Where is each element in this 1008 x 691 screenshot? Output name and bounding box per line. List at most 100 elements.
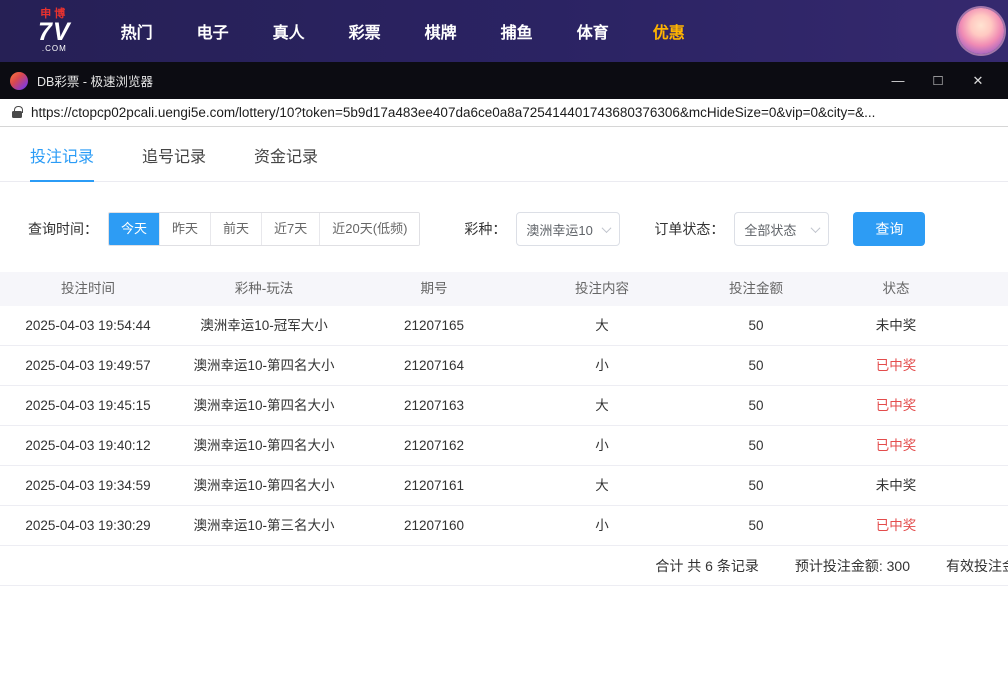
bet-content: 大 (516, 466, 688, 505)
nav-item-board[interactable]: 棋牌 (403, 19, 479, 43)
bet-records-table: 投注时间 彩种-玩法 期号 投注内容 投注金额 状态 2025-04-03 19… (0, 272, 1008, 586)
nav-item-lottery[interactable]: 彩票 (327, 19, 403, 43)
browser-app-icon (10, 72, 28, 90)
bet-content: 大 (516, 386, 688, 425)
bet-status: 已中奖 (824, 346, 968, 385)
site-topnav: 申博 7V .COM 热门 电子 真人 彩票 棋牌 捕鱼 体育 优惠 (0, 0, 1008, 62)
table-footer: 合计 共 6 条记录 预计投注金额: 300 有效投注金 (0, 546, 1008, 586)
time-filter-label: 查询时间： (28, 219, 98, 239)
bet-time: 2025-04-03 19:30:29 (0, 506, 176, 545)
bet-amount: 50 (688, 506, 824, 545)
table-row: 2025-04-03 19:45:15 澳洲幸运10-第四名大小 2120716… (0, 386, 1008, 426)
bet-status: 已中奖 (824, 386, 968, 425)
col-issue: 期号 (352, 272, 516, 306)
window-title: DB彩票 - 极速浏览器 (37, 71, 878, 90)
browser-titlebar: DB彩票 - 极速浏览器 — □ ✕ (0, 62, 1008, 99)
time-option-7days[interactable]: 近7天 (261, 213, 319, 245)
bet-content: 小 (516, 346, 688, 385)
bet-time: 2025-04-03 19:49:57 (0, 346, 176, 385)
close-button[interactable]: ✕ (958, 73, 998, 89)
bet-issue: 21207160 (352, 506, 516, 545)
chevron-down-icon (602, 223, 612, 233)
lock-icon (12, 111, 22, 118)
order-status-value: 全部状态 (744, 220, 796, 239)
window-controls: — □ ✕ (878, 72, 998, 89)
record-tabs: 投注记录 追号记录 资金记录 (0, 127, 1008, 182)
table-row: 2025-04-03 19:40:12 澳洲幸运10-第四名大小 2120716… (0, 426, 1008, 466)
bet-game: 澳洲幸运10-冠军大小 (176, 306, 352, 345)
bet-game: 澳洲幸运10-第四名大小 (176, 426, 352, 465)
nav-item-slots[interactable]: 电子 (175, 19, 251, 43)
bet-amount: 50 (688, 346, 824, 385)
filter-bar: 查询时间： 今天 昨天 前天 近7天 近20天(低频) 彩种： 澳洲幸运10 订… (0, 212, 1008, 246)
total-records-text: 合计 共 6 条记录 (655, 556, 758, 576)
tab-bet-records[interactable]: 投注记录 (30, 143, 94, 182)
minimize-button[interactable]: — (878, 73, 918, 88)
bet-time: 2025-04-03 19:54:44 (0, 306, 176, 345)
bet-game: 澳洲幸运10-第四名大小 (176, 466, 352, 505)
bet-issue: 21207164 (352, 346, 516, 385)
logo-main-text: 7V (38, 20, 71, 45)
chevron-down-icon (811, 223, 821, 233)
bet-time: 2025-04-03 19:45:15 (0, 386, 176, 425)
bet-game: 澳洲幸运10-第四名大小 (176, 386, 352, 425)
bet-content: 大 (516, 306, 688, 345)
tab-fund-records[interactable]: 资金记录 (254, 143, 318, 182)
bet-content: 小 (516, 426, 688, 465)
bet-time: 2025-04-03 19:40:12 (0, 426, 176, 465)
bet-status: 已中奖 (824, 426, 968, 465)
bet-issue: 21207161 (352, 466, 516, 505)
col-status: 状态 (824, 272, 968, 306)
time-option-daybefore[interactable]: 前天 (210, 213, 261, 245)
valid-amount-text: 有效投注金 (946, 556, 1008, 576)
bet-issue: 21207163 (352, 386, 516, 425)
table-row: 2025-04-03 19:49:57 澳洲幸运10-第四名大小 2120716… (0, 346, 1008, 386)
lottery-select-value: 澳洲幸运10 (526, 220, 592, 239)
bet-amount: 50 (688, 466, 824, 505)
table-header: 投注时间 彩种-玩法 期号 投注内容 投注金额 状态 (0, 272, 1008, 306)
bet-status: 未中奖 (824, 306, 968, 345)
expected-amount-text: 预计投注金额: 300 (795, 556, 910, 576)
bet-amount: 50 (688, 386, 824, 425)
main-nav: 热门 电子 真人 彩票 棋牌 捕鱼 体育 优惠 (99, 19, 707, 43)
page-content: 投注记录 追号记录 资金记录 查询时间： 今天 昨天 前天 近7天 近20天(低… (0, 127, 1008, 691)
bet-time: 2025-04-03 19:34:59 (0, 466, 176, 505)
nav-item-hot[interactable]: 热门 (99, 19, 175, 43)
col-game-play: 彩种-玩法 (176, 272, 352, 306)
col-bet-content: 投注内容 (516, 272, 688, 306)
url-text[interactable]: https://ctopcp02pcali.uengi5e.com/lotter… (31, 105, 875, 120)
lottery-select[interactable]: 澳洲幸运10 (516, 212, 620, 246)
col-bet-time: 投注时间 (0, 272, 176, 306)
col-bet-amount: 投注金额 (688, 272, 824, 306)
order-status-select[interactable]: 全部状态 (734, 212, 829, 246)
time-option-today[interactable]: 今天 (109, 213, 159, 245)
bet-content: 小 (516, 506, 688, 545)
table-row: 2025-04-03 19:34:59 澳洲幸运10-第四名大小 2120716… (0, 466, 1008, 506)
bet-issue: 21207165 (352, 306, 516, 345)
bet-status: 已中奖 (824, 506, 968, 545)
nav-item-sports[interactable]: 体育 (555, 19, 631, 43)
logo-sub-text: .COM (42, 45, 67, 53)
nav-item-live[interactable]: 真人 (251, 19, 327, 43)
site-logo[interactable]: 申博 7V .COM (38, 9, 71, 53)
tab-chase-records[interactable]: 追号记录 (142, 143, 206, 182)
nav-item-fishing[interactable]: 捕鱼 (479, 19, 555, 43)
time-option-yesterday[interactable]: 昨天 (159, 213, 210, 245)
bet-game: 澳洲幸运10-第四名大小 (176, 346, 352, 385)
bet-amount: 50 (688, 306, 824, 345)
table-row: 2025-04-03 19:30:29 澳洲幸运10-第三名大小 2120716… (0, 506, 1008, 546)
time-option-20days[interactable]: 近20天(低频) (319, 213, 419, 245)
browser-addressbar: https://ctopcp02pcali.uengi5e.com/lotter… (0, 99, 1008, 127)
table-row: 2025-04-03 19:54:44 澳洲幸运10-冠军大小 21207165… (0, 306, 1008, 346)
bet-amount: 50 (688, 426, 824, 465)
time-range-group: 今天 昨天 前天 近7天 近20天(低频) (108, 212, 420, 246)
bet-status: 未中奖 (824, 466, 968, 505)
order-status-label: 订单状态： (654, 219, 724, 239)
maximize-button[interactable]: □ (918, 72, 958, 89)
bet-issue: 21207162 (352, 426, 516, 465)
user-avatar[interactable] (958, 8, 1004, 54)
query-button[interactable]: 查询 (853, 212, 925, 246)
bet-game: 澳洲幸运10-第三名大小 (176, 506, 352, 545)
nav-item-promo[interactable]: 优惠 (631, 19, 707, 43)
lottery-filter-label: 彩种： (464, 219, 506, 239)
